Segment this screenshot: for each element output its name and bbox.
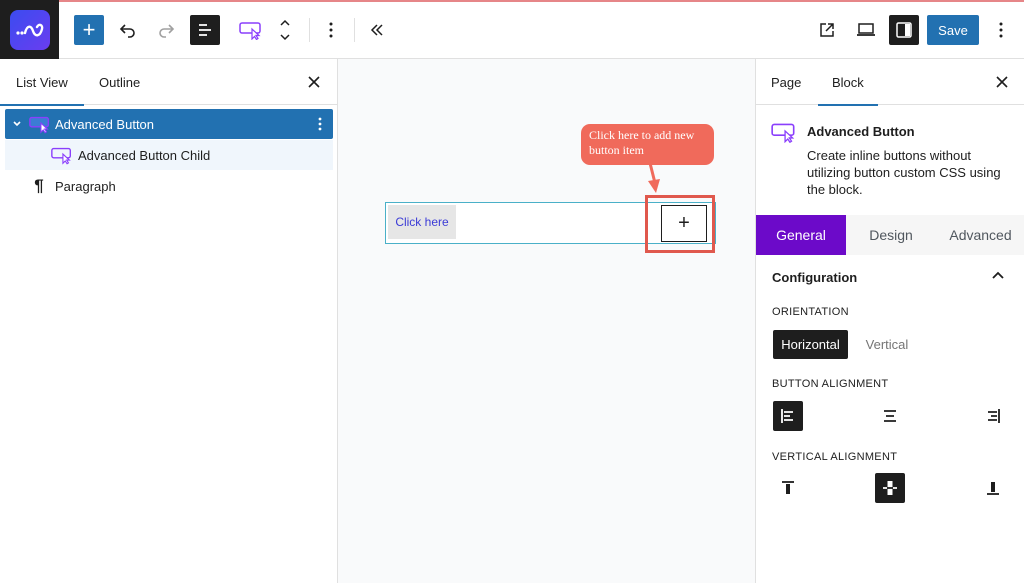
editor-options-button[interactable] <box>986 15 1016 45</box>
orientation-horizontal-button[interactable]: Horizontal <box>773 330 848 359</box>
align-center-button[interactable] <box>875 401 905 431</box>
close-icon <box>308 76 320 88</box>
settings-sidebar: Page Block Advanced Button Create inline… <box>755 59 1024 583</box>
vertical-align-middle-button[interactable] <box>875 473 905 503</box>
list-view-panel: List View Outline Advanced Button Advanc… <box>0 59 338 583</box>
toolbar-separator <box>354 18 355 42</box>
list-view-button[interactable] <box>190 15 220 45</box>
undo-icon <box>119 24 135 38</box>
paragraph-icon: ¶ <box>34 176 44 195</box>
configuration-section-title[interactable]: Configuration <box>772 270 857 285</box>
move-up-down-icon <box>280 19 290 41</box>
advanced-button-icon <box>27 114 53 134</box>
align-left-icon <box>781 409 793 423</box>
advanced-button-icon <box>49 145 75 165</box>
block-description: Create inline buttons without utilizing … <box>807 148 1001 197</box>
settings-sidebar-icon <box>896 22 912 38</box>
inspector-sub-tabs: General Design Advanced <box>756 215 1024 255</box>
block-title: Advanced Button <box>807 124 915 139</box>
top-accent-line <box>0 0 1024 2</box>
preview-button[interactable] <box>851 15 881 45</box>
save-button[interactable]: Save <box>927 15 979 45</box>
view-page-button[interactable] <box>812 15 842 45</box>
annotation-callout: Click here to add new button item <box>581 124 714 165</box>
align-top-icon <box>782 481 794 494</box>
list-view-icon <box>199 24 211 36</box>
align-bottom-icon <box>987 482 999 495</box>
click-here-button[interactable]: Click here <box>388 205 456 239</box>
redo-button[interactable] <box>151 15 181 45</box>
tab-outline[interactable]: Outline <box>99 59 140 105</box>
close-icon <box>996 76 1008 88</box>
chevron-down-icon[interactable] <box>7 119 27 129</box>
advanced-button-icon <box>770 121 798 146</box>
external-link-icon <box>820 23 834 37</box>
vertical-align-top-button[interactable] <box>773 473 803 503</box>
advanced-button-icon <box>239 22 261 40</box>
tab-page[interactable]: Page <box>771 59 801 105</box>
tab-list-view[interactable]: List View <box>0 59 84 106</box>
list-item-label: Paragraph <box>55 178 116 194</box>
list-view-tabs: List View Outline <box>0 59 337 106</box>
align-right-button[interactable] <box>978 401 1008 431</box>
list-item-paragraph[interactable]: ¶ Paragraph <box>5 171 333 201</box>
tab-general[interactable]: General <box>756 215 846 255</box>
align-left-button[interactable] <box>773 401 803 431</box>
align-middle-icon <box>883 481 897 495</box>
settings-tabs: Page Block <box>756 59 1024 106</box>
site-logo[interactable] <box>0 0 59 59</box>
editor-canvas[interactable]: Click here to add new button item Click … <box>338 59 755 583</box>
undo-button[interactable] <box>113 15 143 45</box>
orientation-label: ORIENTATION <box>772 306 849 318</box>
close-settings-button[interactable] <box>992 72 1012 92</box>
tab-design[interactable]: Design <box>846 215 936 255</box>
desktop-preview-icon <box>857 23 875 36</box>
block-options-button[interactable] <box>316 15 346 45</box>
callout-arrow <box>648 163 660 193</box>
align-center-icon <box>884 410 896 422</box>
vertical-alignment-label: VERTICAL ALIGNMENT <box>772 451 898 463</box>
tab-advanced[interactable]: Advanced <box>936 215 1024 255</box>
double-chevron-left-icon <box>370 24 383 36</box>
orientation-vertical-button[interactable]: Vertical <box>856 330 918 359</box>
vertical-align-bottom-button[interactable] <box>978 473 1008 503</box>
more-vertical-icon <box>329 22 333 38</box>
align-right-icon <box>988 409 1000 423</box>
block-type-button[interactable] <box>234 15 268 45</box>
editor-top-bar: + Save <box>0 0 1024 59</box>
redo-icon <box>159 24 175 38</box>
tab-block[interactable]: Block <box>818 59 878 106</box>
button-alignment-label: BUTTON ALIGNMENT <box>772 378 889 390</box>
add-block-button[interactable]: + <box>74 15 104 45</box>
list-item-label: Advanced Button <box>55 116 155 132</box>
list-item-label: Advanced Button Child <box>78 147 211 163</box>
list-item-advanced-button-child[interactable]: Advanced Button Child <box>5 140 333 170</box>
settings-toggle-button[interactable] <box>889 15 919 45</box>
more-vertical-icon[interactable] <box>317 116 323 132</box>
collapse-toolbar-button[interactable] <box>362 15 392 45</box>
add-button-item-button[interactable]: + <box>661 205 707 242</box>
list-item-advanced-button[interactable]: Advanced Button <box>5 109 333 139</box>
toolbar-separator <box>309 18 310 42</box>
close-list-view-button[interactable] <box>304 72 324 92</box>
more-vertical-icon <box>999 22 1003 38</box>
ab-logo-icon <box>9 9 50 50</box>
chevron-up-icon[interactable] <box>990 268 1006 284</box>
move-block-control[interactable] <box>272 15 298 45</box>
